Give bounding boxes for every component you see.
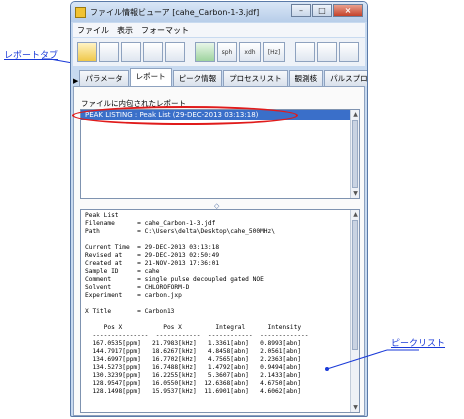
menu-view[interactable]: 表示 (117, 25, 133, 36)
peak-row: 128.9547[ppm] 16.0550[kHz] 12.6368[abn] … (85, 380, 302, 387)
layout-two-icon[interactable] (317, 42, 337, 62)
scroll-thumb[interactable] (352, 120, 358, 188)
tab-observe-nucleus[interactable]: 観測核 (288, 70, 324, 86)
peak-list-header-line: Created at = 21-NOV-2013 17:36:01 (85, 260, 220, 267)
peak-row: 130.3239[ppm] 16.2255[kHz] 5.3607[abn] 2… (85, 372, 302, 379)
peak-list-header-line: Pos X Pos X Integral Intensity (85, 324, 302, 331)
scroll-down-icon[interactable]: ▼ (351, 403, 359, 412)
tab-bar: ▶ パラメータ レポート ピーク情報 プロセスリスト 観測核 パルスプログラム (73, 68, 367, 86)
window-title: ファイル情報ビューア [cahe_Carbon-1-3.jdf] (90, 7, 260, 17)
peak-list-scrollbar[interactable]: ▲ ▼ (350, 210, 359, 412)
scroll-down-icon[interactable]: ▼ (351, 189, 360, 198)
toolbar: sph xdh [Hz] (73, 38, 365, 66)
save-icon[interactable] (143, 42, 163, 62)
menu-format[interactable]: フォーマット (141, 25, 189, 36)
peak-list-header-line: X Title = Carbon13 (85, 308, 175, 315)
scroll-up-icon[interactable]: ▲ (351, 210, 359, 219)
peak-list-header-line: Path = C:\Users\delta\Desktop\cahe_500MH… (85, 228, 275, 235)
title-bar[interactable]: ファイル情報ビューア [cahe_Carbon-1-3.jdf] – □ × (71, 2, 367, 22)
tab-peak-info[interactable]: ピーク情報 (172, 70, 223, 86)
spectrum-icon[interactable] (195, 42, 215, 62)
peak-list-header-line: --------------- ------------ -----------… (85, 332, 309, 339)
file-info-viewer-window: ファイル情報ビューア [cahe_Carbon-1-3.jdf] – □ × フ… (70, 1, 368, 417)
peak-list-header-line: Revised at = 29-DEC-2013 02:50:49 (85, 252, 220, 259)
close-button[interactable]: × (333, 4, 363, 17)
app-icon (75, 6, 86, 18)
peak-list-header-line: Peak List (85, 212, 119, 219)
peak-row: 128.1498[ppm] 15.9537[kHz] 11.6901[abn] … (85, 388, 302, 395)
tab-process-list[interactable]: プロセスリスト (223, 70, 288, 86)
peak-list-text: Peak List Filename = cahe_Carbon-1-3.jdf P… (80, 209, 360, 413)
maximize-button[interactable]: □ (312, 4, 332, 17)
peak-row: 144.7917[ppm] 18.6267[kHz] 4.8458[abn] 2… (85, 348, 302, 355)
peak-row: 134.5273[ppm] 16.7488[kHz] 1.4792[abn] 0… (85, 364, 302, 371)
scroll-thumb[interactable] (352, 220, 358, 350)
open-folder-icon[interactable] (77, 42, 97, 62)
sph-icon[interactable]: sph (217, 42, 237, 62)
menu-bar: ファイル 表示 フォーマット (73, 23, 365, 37)
hz-icon[interactable]: [Hz] (263, 42, 285, 62)
open-file-icon[interactable] (99, 42, 119, 62)
peak-list-header-line: Current Time = 29-DEC-2013 03:13:18 (85, 244, 220, 251)
peak-list-header-line: Filename = cahe_Carbon-1-3.jdf (85, 220, 216, 227)
peak-list-callout: ピークリスト (391, 339, 446, 349)
peak-list-header-line: Comment = single pulse decoupled gated N… (85, 276, 264, 283)
report-panel: ファイルに内包されたレポート PEAK LISTING : Peak List … (73, 86, 365, 416)
peak-row: 167.0535[ppm] 21.7983[kHz] 1.3361[abn] 0… (85, 340, 302, 347)
report-icon[interactable] (121, 42, 141, 62)
peak-row: 134.6997[ppm] 16.7702[kHz] 4.7565[abn] 2… (85, 356, 302, 363)
scroll-up-icon[interactable]: ▲ (351, 110, 360, 119)
layout-three-icon[interactable] (339, 42, 359, 62)
tab-parameters[interactable]: パラメータ (79, 70, 129, 86)
window-controls: – □ × (290, 4, 363, 17)
layout-one-icon[interactable] (295, 42, 315, 62)
menu-file[interactable]: ファイル (77, 25, 109, 36)
tab-scroll-left-icon[interactable]: ▶ (73, 76, 78, 86)
peak-list-header-line: Sample ID = cahe (85, 268, 160, 275)
peak-list-header-line: Experiment = carbon.jxp (85, 292, 182, 299)
highlight-ellipse (72, 106, 298, 125)
tab-pulse-program[interactable]: パルスプログラム (324, 70, 367, 86)
peak-list-header-line: Solvent = CHLOROFORM-D (85, 284, 190, 291)
minimize-button[interactable]: – (291, 4, 311, 17)
report-list-scrollbar[interactable]: ▲ ▼ (350, 110, 359, 198)
xdh-icon[interactable]: xdh (239, 42, 261, 62)
print-icon[interactable] (165, 42, 185, 62)
tab-report[interactable]: レポート (129, 68, 172, 86)
